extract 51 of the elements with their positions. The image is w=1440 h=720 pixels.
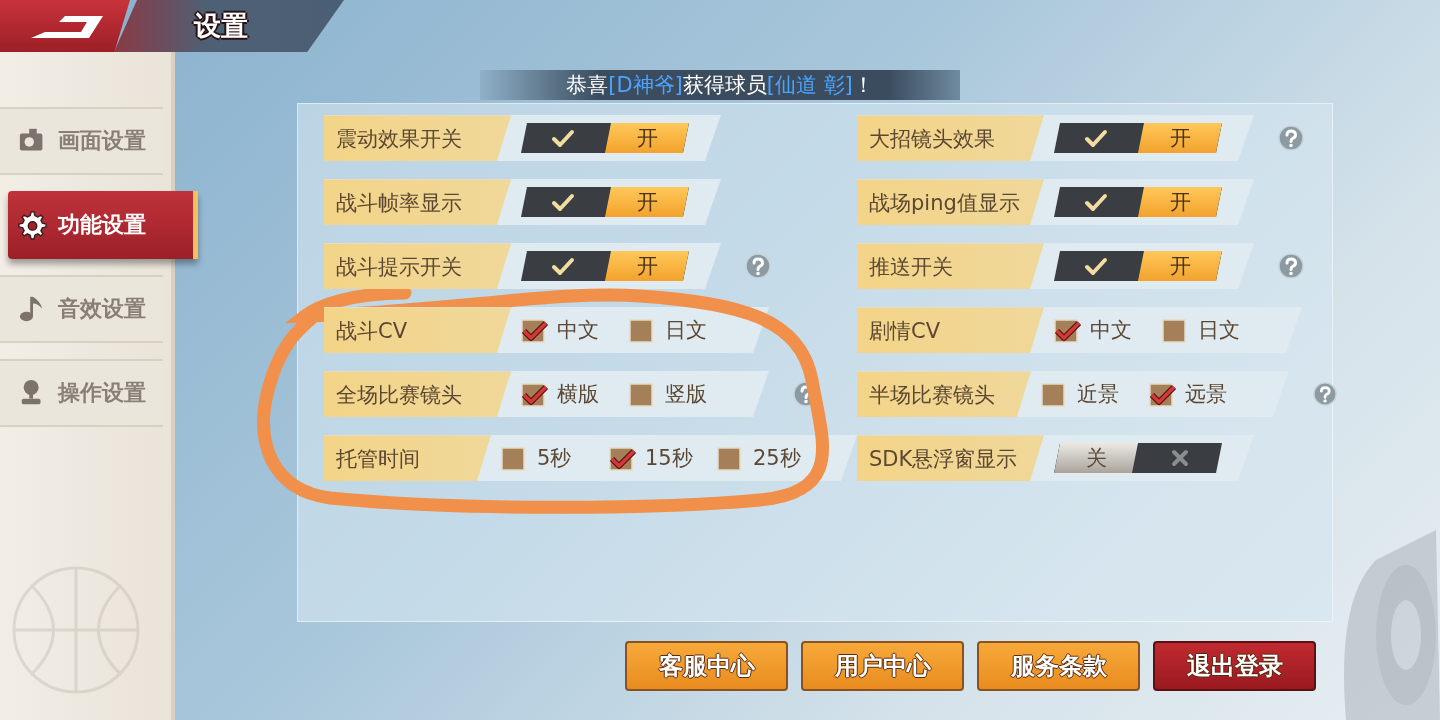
option-label: 5秒 <box>537 445 572 472</box>
setting-label: 战斗提示开关 <box>324 243 511 289</box>
option-label: 15秒 <box>645 445 693 472</box>
help-icon[interactable] <box>1278 253 1304 279</box>
sidebar-item[interactable]: 功能设置 <box>8 191 198 259</box>
setting-label: 大招镜头效果 <box>857 115 1044 161</box>
setting-label: 战斗CV <box>324 307 511 353</box>
setting-label: 托管时间 <box>324 435 491 481</box>
page-title: 设置 <box>194 9 248 43</box>
setting-label: 震动效果开关 <box>324 115 511 161</box>
checkbox[interactable] <box>609 444 637 472</box>
toggle-switch[interactable]: 开 <box>521 251 689 281</box>
close-icon <box>1170 448 1190 468</box>
notice-message: 恭喜[D神爷]获得球员[仙道 彰]！ <box>566 72 874 99</box>
checkbox[interactable] <box>521 316 549 344</box>
option-label: 中文 <box>557 317 599 344</box>
check-icon <box>551 256 575 276</box>
check-icon <box>1084 192 1108 212</box>
setting-label: 剧情CV <box>857 307 1044 353</box>
setting-label: 战场ping值显示 <box>857 179 1044 225</box>
checkbox[interactable] <box>1054 316 1082 344</box>
toggle-switch[interactable]: 开 <box>1054 251 1222 281</box>
checkbox[interactable] <box>1148 380 1177 408</box>
option-label: 日文 <box>665 317 707 344</box>
option-label: 近景 <box>1076 381 1119 408</box>
toggle-switch[interactable]: 开 <box>521 123 689 153</box>
checkbox[interactable] <box>521 380 549 408</box>
toggle-switch[interactable]: 开 <box>1054 187 1222 217</box>
toggle-switch[interactable]: 开 <box>1054 123 1222 153</box>
setting-label: SDK悬浮窗显示 <box>857 435 1044 481</box>
option-label: 竖版 <box>665 381 707 408</box>
option-label: 25秒 <box>753 445 801 472</box>
check-icon <box>551 192 575 212</box>
help-icon[interactable] <box>1278 125 1304 151</box>
option-label: 远景 <box>1184 381 1227 408</box>
setting-label: 全场比赛镜头 <box>324 371 511 417</box>
action-button[interactable]: 退出登录 <box>1153 641 1316 691</box>
option-label: 横版 <box>557 381 599 408</box>
check-icon <box>1084 256 1108 276</box>
check-icon <box>1084 128 1108 148</box>
setting-label: 战斗帧率显示 <box>324 179 511 225</box>
gear-icon <box>18 210 48 240</box>
help-icon[interactable] <box>1312 381 1337 407</box>
option-label: 日文 <box>1198 317 1240 344</box>
toggle-switch[interactable]: 关 <box>1054 443 1222 473</box>
toggle-switch[interactable]: 开 <box>521 187 689 217</box>
help-icon[interactable] <box>745 253 771 279</box>
check-icon <box>551 128 575 148</box>
setting-label: 半场比赛镜头 <box>857 371 1031 417</box>
setting-label: 推送开关 <box>857 243 1044 289</box>
option-label: 中文 <box>1090 317 1132 344</box>
